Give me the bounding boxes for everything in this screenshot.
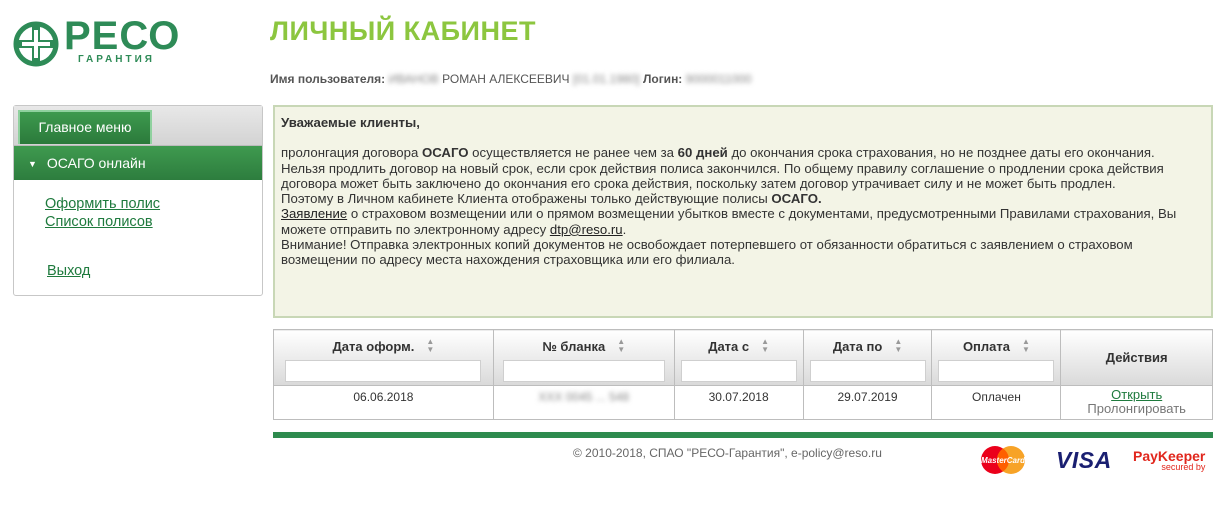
user-birth-redacted: [01.01.1980] — [572, 72, 640, 86]
footer-divider — [273, 432, 1213, 438]
notice-paragraph-3: Поэтому в Личном кабинете Клиента отобра… — [281, 191, 822, 207]
filter-date-to[interactable] — [809, 360, 926, 382]
visa-logo: VISA — [1056, 447, 1112, 473]
filter-payment[interactable] — [938, 360, 1055, 382]
column-header-date-issued[interactable]: Дата оформ. ▲ ▼ — [273, 329, 494, 386]
sidebar-link-policy-list[interactable]: Список полисов — [45, 214, 153, 230]
reso-cross-icon — [13, 21, 59, 67]
table-header-row: Дата оформ. ▲ ▼ № бланка ▲ ▼ Дата с ▲ ▼ Дата п… — [273, 329, 1213, 386]
user-label: Имя пользователя: — [270, 72, 386, 86]
reso-logo[interactable]: РЕСО ГАРАНТИЯ — [12, 14, 187, 72]
user-info: Имя пользователя: ИВАНОВ РОМАН АЛЕКСЕЕВИ… — [270, 72, 752, 86]
page-title: ЛИЧНЫЙ КАБИНЕТ — [270, 16, 536, 46]
filter-date-from[interactable] — [680, 360, 797, 382]
logo-subtitle: ГАРАНТИЯ — [78, 54, 155, 65]
email-link[interactable]: dtp@reso.ru — [550, 222, 623, 237]
mastercard-logo: MasterCard — [978, 445, 1028, 475]
sort-icon[interactable]: ▲ ▼ — [894, 338, 902, 354]
filter-date-issued[interactable] — [285, 360, 482, 382]
open-policy-link[interactable]: Открыть — [1111, 387, 1162, 402]
main-menu-bar: Главное меню — [14, 106, 262, 146]
notice-paragraph-2: Нельзя продлить договор на новый срок, е… — [281, 160, 1164, 191]
sidebar-section-osago[interactable]: ▼ ОСАГО онлайн — [14, 146, 262, 180]
claim-link[interactable]: Заявление — [281, 206, 347, 221]
notice-greeting: Уважаемые клиенты, — [281, 115, 420, 130]
login-label: Логин: — [642, 72, 683, 86]
sidebar: Главное меню ▼ ОСАГО онлайн Оформить поли… — [13, 105, 263, 296]
filter-blank-no[interactable] — [502, 360, 665, 382]
notice-box: Уважаемые клиенты, пролонгация договора … — [273, 105, 1213, 318]
column-header-blank-no[interactable]: № бланка ▲ ▼ — [492, 329, 675, 386]
cell-date-from: 30.07.2018 — [673, 385, 804, 420]
notice-paragraph-4: Заявление о страховом возмещении или о п… — [281, 206, 1177, 237]
column-header-date-from[interactable]: Дата с ▲ ▼ — [673, 329, 804, 386]
cell-actions: Открыть Пролонгировать — [1060, 385, 1213, 420]
main-menu-button[interactable]: Главное меню — [18, 110, 152, 144]
user-name: РОМАН АЛЕКСЕЕВИЧ — [442, 72, 570, 86]
notice-paragraph-5: Внимание! Отправка электронных копий док… — [281, 237, 1133, 268]
logo-wordmark: РЕСО — [64, 14, 181, 58]
prolong-policy-link[interactable]: Пролонгировать — [1087, 401, 1186, 416]
sidebar-link-issue-policy[interactable]: Оформить полис — [45, 196, 160, 212]
policies-table: Дата оформ. ▲ ▼ № бланка ▲ ▼ Дата с ▲ ▼ Дата п… — [273, 329, 1213, 420]
cell-date-issued: 06.06.2018 — [273, 385, 494, 420]
cell-blank-no: XXX 0045 ... 548 — [492, 385, 675, 420]
sidebar-link-logout[interactable]: Выход — [47, 263, 90, 279]
cell-date-to: 29.07.2019 — [802, 385, 933, 420]
footer-copyright: © 2010-2018, СПАО "РЕСО-Гарантия", e-pol… — [573, 446, 882, 460]
column-header-date-to[interactable]: Дата по ▲ ▼ — [802, 329, 933, 386]
sort-icon[interactable]: ▲ ▼ — [1022, 338, 1030, 354]
sort-icon[interactable]: ▲ ▼ — [617, 338, 625, 354]
cell-payment: Оплачен — [931, 385, 1062, 420]
notice-paragraph-1: пролонгация договора ОСАГО осуществляетс… — [281, 145, 1155, 161]
login-redacted: 9000011000 — [685, 72, 752, 86]
mastercard-text: MasterCard — [981, 456, 1026, 465]
paykeeper-logo: PayKeeper secured by — [1133, 448, 1205, 472]
table-row: 06.06.2018 XXX 0045 ... 548 30.07.2018 2… — [273, 385, 1213, 420]
section-label: ОСАГО онлайн — [46, 155, 146, 171]
sort-icon[interactable]: ▲ ▼ — [426, 338, 434, 354]
column-header-actions: Действия — [1060, 329, 1213, 386]
caret-down-icon: ▼ — [28, 159, 37, 170]
user-surname-redacted: ИВАНОВ — [388, 72, 439, 86]
column-header-payment[interactable]: Оплата ▲ ▼ — [931, 329, 1062, 386]
sort-icon[interactable]: ▲ ▼ — [761, 338, 769, 354]
